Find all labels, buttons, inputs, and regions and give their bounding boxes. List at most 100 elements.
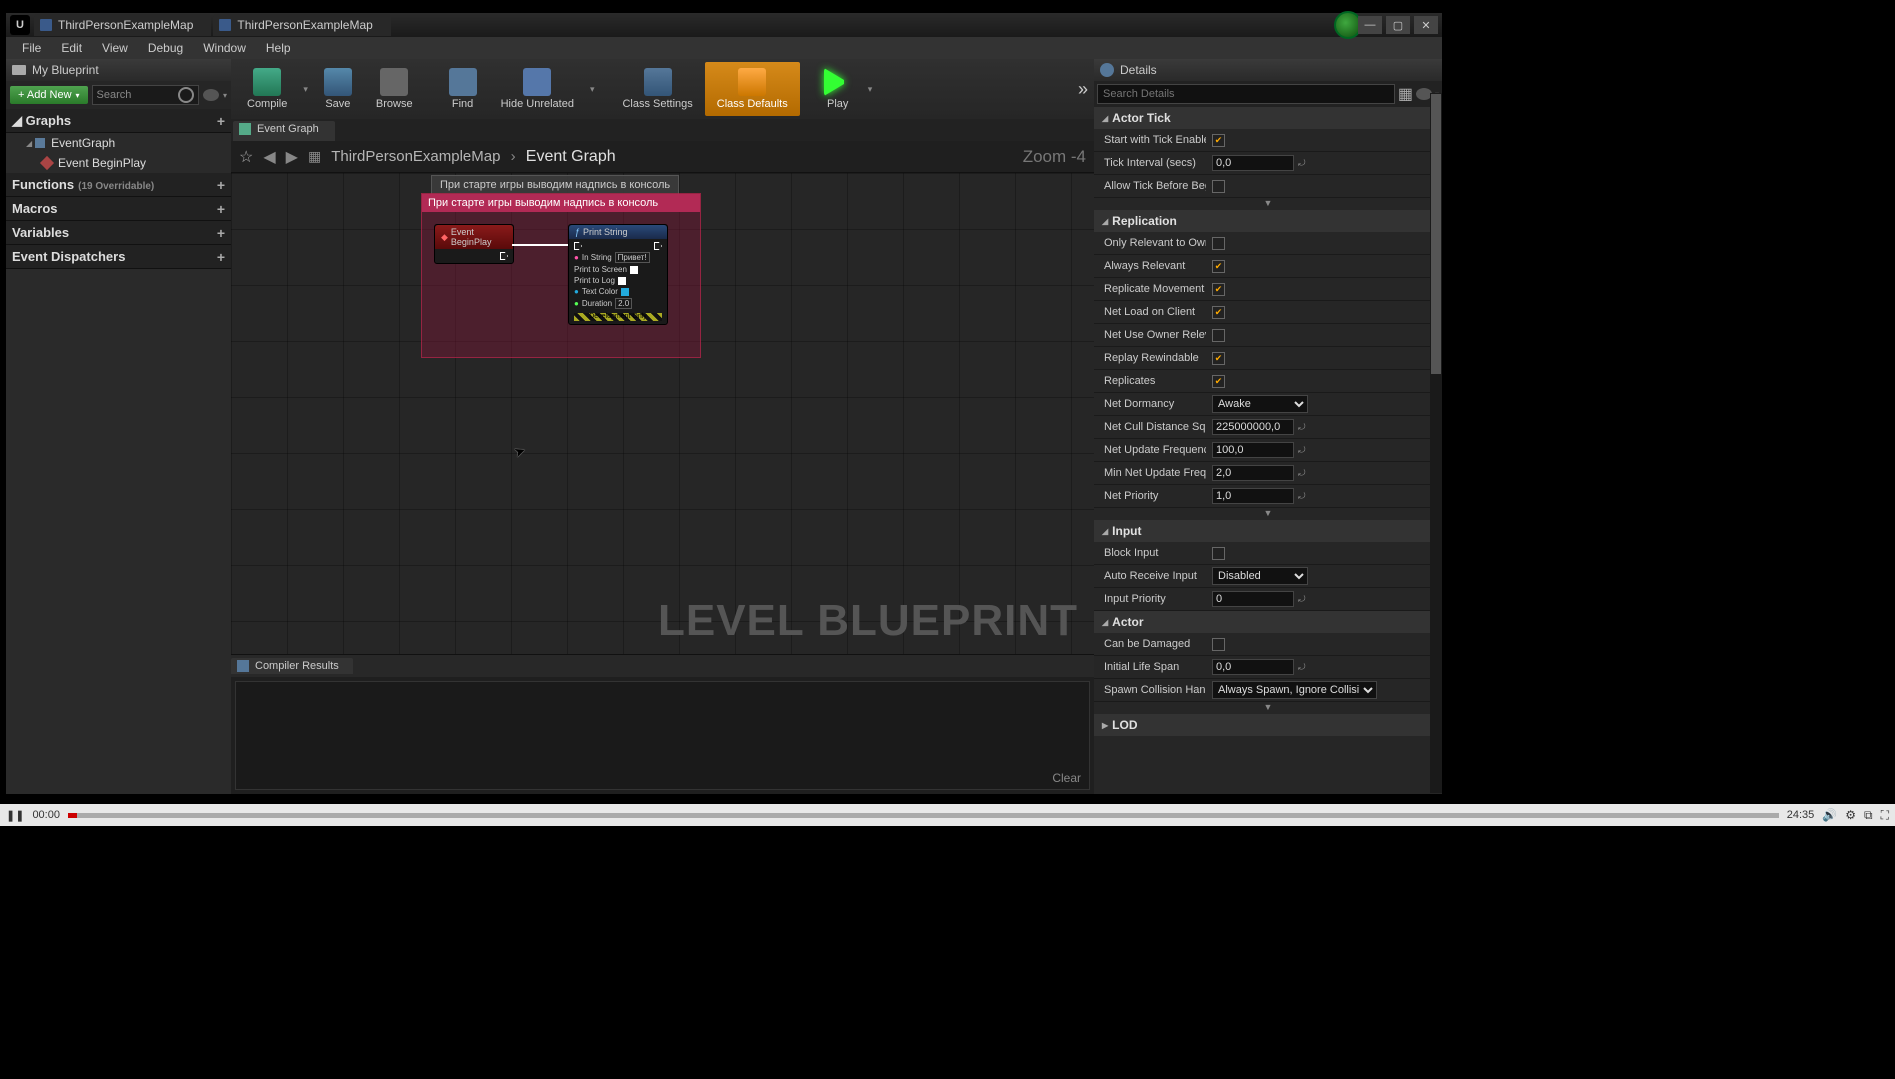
actor-tick-expand[interactable]: ▼ [1094,198,1442,210]
block-input-checkbox[interactable] [1212,547,1225,560]
add-new-button[interactable]: + Add New [10,86,88,104]
node-graph-canvas[interactable]: При старте игры выводим надпись в консол… [231,173,1094,654]
menu-edit[interactable]: Edit [51,41,92,55]
macros-section[interactable]: Macros + [6,197,231,221]
close-button[interactable]: ✕ [1414,16,1438,34]
play-button[interactable]: Play [812,62,864,116]
play-dropdown[interactable]: ▾ [864,84,877,95]
always-relevant-checkbox[interactable] [1212,260,1225,273]
rep-movement-checkbox[interactable] [1212,283,1225,296]
exec-out-pin-2[interactable] [654,242,662,250]
details-title[interactable]: Details [1094,59,1442,81]
menu-view[interactable]: View [92,41,138,55]
maximize-button[interactable]: ▢ [1386,16,1410,34]
minimize-button[interactable]: — [1358,16,1382,34]
reset-icon[interactable]: ⤾ [1298,158,1306,169]
replicates-checkbox[interactable] [1212,375,1225,388]
my-blueprint-title[interactable]: My Blueprint [6,59,231,81]
favorite-icon[interactable]: ☆ [239,147,253,167]
section-replication[interactable]: Replication [1094,210,1442,232]
screen-checkbox[interactable] [630,266,638,274]
graphs-section[interactable]: ◢ Graphs + [6,109,231,133]
add-graph-button[interactable]: + [217,113,225,129]
auto-receive-select[interactable]: Disabled [1212,567,1308,585]
eventgraph-item[interactable]: ◢EventGraph [6,133,231,153]
nav-back-icon[interactable]: ◀ [263,147,275,167]
dormancy-select[interactable]: Awake [1212,395,1308,413]
blueprint-search[interactable]: Search [92,85,199,105]
replay-checkbox[interactable] [1212,352,1225,365]
browse-button[interactable]: Browse [364,62,425,116]
section-actor[interactable]: Actor [1094,611,1442,633]
priority-input[interactable] [1212,488,1294,504]
tick-interval-input[interactable] [1212,155,1294,171]
seek-bar[interactable] [68,813,1779,818]
class-defaults-button[interactable]: Class Defaults [705,62,800,116]
event-graph-tab[interactable]: Event Graph [233,121,335,141]
add-function-button[interactable]: + [217,177,225,193]
menu-debug[interactable]: Debug [138,41,193,55]
log-checkbox[interactable] [618,277,626,285]
matrix-view-icon[interactable]: ▦ [1398,84,1413,104]
hide-dropdown[interactable]: ▾ [586,84,599,95]
window-tab-1[interactable]: ThirdPersonExampleMap [34,14,211,36]
damaged-checkbox[interactable] [1212,638,1225,651]
pip-icon[interactable]: ⧉ [1864,808,1873,823]
dispatchers-section[interactable]: Event Dispatchers + [6,245,231,269]
compiler-results-tab[interactable]: Compiler Results [231,658,353,674]
section-actor-tick[interactable]: Actor Tick [1094,107,1442,129]
scrollbar-thumb[interactable] [1431,94,1441,374]
add-macro-button[interactable]: + [217,201,225,217]
net-owner-checkbox[interactable] [1212,329,1225,342]
class-settings-button[interactable]: Class Settings [610,62,704,116]
beginplay-item[interactable]: Event BeginPlay [6,153,231,173]
comment-box[interactable]: При старте игры выводим надпись в консол… [421,193,701,358]
nav-forward-icon[interactable]: ▶ [286,147,298,167]
net-load-checkbox[interactable] [1212,306,1225,319]
clear-results-button[interactable]: Clear [1052,771,1081,785]
settings-icon[interactable]: ⚙ [1845,808,1856,823]
filter-dropdown-icon[interactable]: ▾ [223,91,227,100]
find-button[interactable]: Find [437,62,489,116]
compile-dropdown[interactable]: ▾ [299,84,312,95]
start-tick-checkbox[interactable] [1212,134,1225,147]
details-search[interactable] [1097,84,1395,104]
actor-expand[interactable]: ▼ [1094,702,1442,714]
save-button[interactable]: Save [312,62,364,116]
section-input[interactable]: Input [1094,520,1442,542]
breadcrumb[interactable]: ThirdPersonExampleMap › Event Graph [331,148,615,166]
menu-file[interactable]: File [12,41,51,55]
print-string-node[interactable]: ƒPrint String ●In String Привет! Print t… [568,224,668,325]
window-tab-2[interactable]: ThirdPersonExampleMap [213,14,390,36]
input-priority-input[interactable] [1212,591,1294,607]
variables-section[interactable]: Variables + [6,221,231,245]
hide-unrelated-button[interactable]: Hide Unrelated [489,62,586,116]
replication-expand[interactable]: ▼ [1094,508,1442,520]
fullscreen-icon[interactable]: ⛶ [1881,808,1889,823]
only-owner-checkbox[interactable] [1212,237,1225,250]
cull-input[interactable] [1212,419,1294,435]
menu-help[interactable]: Help [256,41,301,55]
update-freq-input[interactable] [1212,442,1294,458]
event-beginplay-node[interactable]: ◆Event BeginPlay [434,224,514,264]
toolbar-overflow-icon[interactable]: » [1078,79,1088,100]
section-lod[interactable]: LOD [1094,714,1442,736]
color-swatch[interactable] [621,288,629,296]
menu-window[interactable]: Window [193,41,256,55]
exec-out-pin[interactable] [500,252,508,260]
pause-button[interactable]: ❚❚ [6,809,24,822]
graph-list-icon[interactable]: ▦ [308,148,321,165]
allow-before-checkbox[interactable] [1212,180,1225,193]
details-scrollbar[interactable] [1430,93,1442,793]
volume-icon[interactable]: 🔊 [1822,808,1837,823]
compile-button[interactable]: Compile [235,62,299,116]
compiler-output[interactable]: Clear [235,681,1090,790]
comment-title[interactable]: При старте игры выводим надпись в консол… [422,194,700,212]
spawn-collision-select[interactable]: Always Spawn, Ignore Collisions [1212,681,1377,699]
add-variable-button[interactable]: + [217,225,225,241]
exec-in-pin[interactable] [574,242,582,250]
add-dispatcher-button[interactable]: + [217,249,225,265]
functions-section[interactable]: Functions(19 Overridable) + [6,173,231,197]
lifespan-input[interactable] [1212,659,1294,675]
min-update-input[interactable] [1212,465,1294,481]
